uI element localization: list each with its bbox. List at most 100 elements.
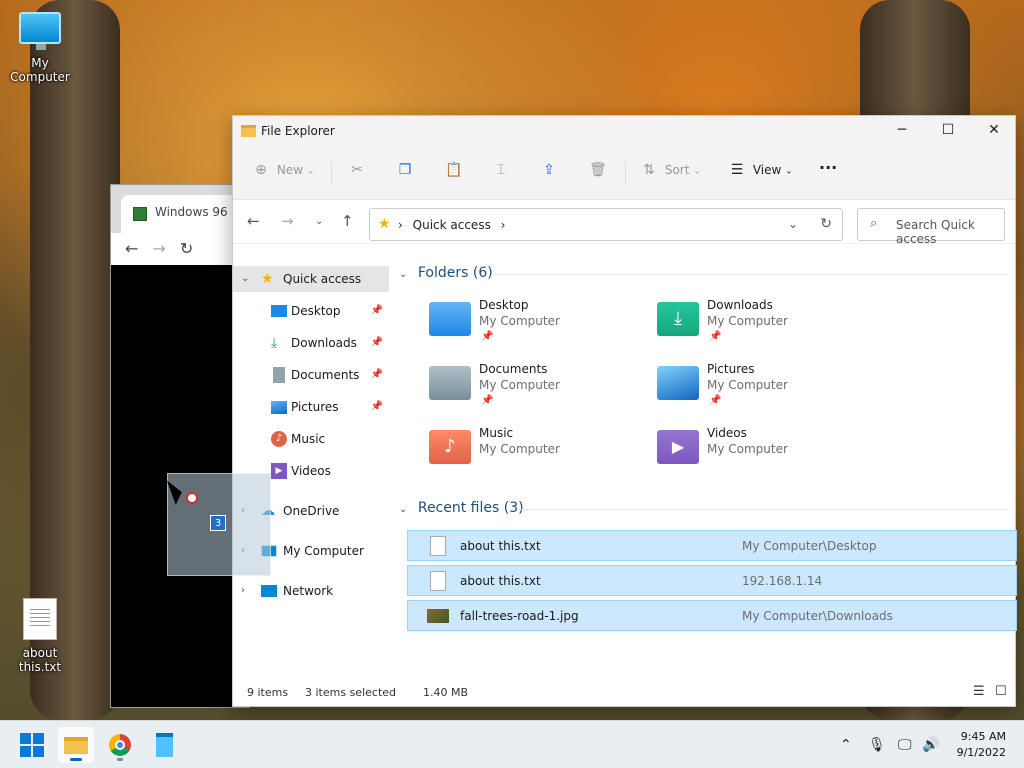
copy-icon: ❐ bbox=[398, 162, 412, 178]
up-arrow-icon[interactable]: ↑ bbox=[341, 212, 354, 230]
rename-button[interactable]: ⌶ bbox=[493, 162, 509, 178]
forward-arrow-icon[interactable]: → bbox=[281, 212, 294, 230]
desktop-icon-my-computer[interactable]: My Computer bbox=[0, 12, 80, 84]
folder-card-documents[interactable]: Documents My Computer 📌 bbox=[429, 362, 649, 418]
folder-card-downloads[interactable]: ⤓ Downloads My Computer 📌 bbox=[657, 298, 877, 354]
more-options-button[interactable]: ··· bbox=[819, 158, 837, 177]
back-arrow-icon[interactable]: ← bbox=[247, 212, 260, 230]
sidebar-item-downloads[interactable]: ⤓ Downloads 📌 bbox=[233, 330, 389, 356]
sidebar-item-network[interactable]: › Network bbox=[233, 578, 389, 604]
share-icon: ⇪ bbox=[543, 162, 555, 178]
system-clock[interactable]: 9:45 AM 9/1/2022 bbox=[957, 729, 1006, 761]
chevron-down-icon: ⌄ bbox=[785, 166, 793, 177]
copy-button[interactable]: ❐ bbox=[397, 162, 413, 178]
folder-name: Music bbox=[479, 426, 514, 440]
folder-name: Videos bbox=[707, 426, 747, 440]
back-arrow-icon[interactable]: ← bbox=[125, 239, 138, 265]
pictures-icon bbox=[271, 401, 287, 414]
videos-folder-icon: ▶ bbox=[657, 430, 699, 464]
address-bar[interactable]: ★ › Quick access › ⌄ ↻ bbox=[369, 208, 843, 241]
maximize-button[interactable]: ☐ bbox=[925, 116, 971, 146]
active-indicator bbox=[70, 758, 82, 761]
folder-name: Pictures bbox=[707, 362, 755, 376]
titlebar[interactable]: File Explorer ─ ☐ ✕ bbox=[233, 116, 1015, 146]
item-count: 9 items bbox=[247, 686, 289, 699]
share-button[interactable]: ⇪ bbox=[541, 162, 557, 178]
chevron-down-icon[interactable]: ⌄ bbox=[241, 266, 249, 292]
volume-icon[interactable]: 🔊 bbox=[922, 737, 939, 753]
chevron-down-icon[interactable]: ⌄ bbox=[788, 217, 798, 231]
divider bbox=[331, 162, 332, 184]
reload-icon[interactable]: ↻ bbox=[180, 239, 193, 265]
show-hidden-icons-chevron-icon[interactable]: ⌃ bbox=[840, 737, 852, 753]
sidebar-item-documents[interactable]: Documents 📌 bbox=[233, 362, 389, 388]
recent-file-row[interactable]: fall-trees-road-1.jpg My Computer\Downlo… bbox=[407, 600, 1017, 631]
sidebar-item-pictures[interactable]: Pictures 📌 bbox=[233, 394, 389, 420]
sort-button[interactable]: ⇅ Sort ⌄ bbox=[641, 162, 701, 178]
recent-file-row[interactable]: about this.txt My Computer\Desktop bbox=[407, 530, 1017, 561]
folder-card-pictures[interactable]: Pictures My Computer 📌 bbox=[657, 362, 877, 418]
star-icon: ★ bbox=[378, 216, 391, 232]
sidebar-item-quick-access[interactable]: ⌄ ★ Quick access bbox=[233, 266, 389, 292]
background-browser-window[interactable]: Windows 96 ← → ↻ bbox=[110, 184, 251, 708]
folder-location: My Computer bbox=[479, 378, 560, 392]
folder-icon bbox=[64, 737, 88, 754]
address-row: ← → ⌄ ↑ ★ › Quick access › ⌄ ↻ ⌕ Search … bbox=[233, 200, 1015, 246]
breadcrumb-quick-access[interactable]: Quick access bbox=[413, 218, 491, 232]
music-folder-icon: ♪ bbox=[429, 430, 471, 464]
taskbar-chrome[interactable] bbox=[102, 727, 138, 763]
selection-size: 1.40 MB bbox=[423, 686, 469, 699]
running-indicator bbox=[117, 758, 123, 761]
network-status-icon[interactable]: 🖵 bbox=[898, 737, 912, 753]
sort-icon: ⇅ bbox=[643, 162, 655, 178]
folder-card-music[interactable]: ♪ Music My Computer bbox=[429, 426, 649, 482]
view-button[interactable]: ☰ View ⌄ bbox=[729, 162, 793, 178]
recent-files-section-header[interactable]: ⌄ Recent files (3) bbox=[399, 500, 524, 516]
recent-file-row[interactable]: about this.txt 192.168.1.14 bbox=[407, 565, 1017, 596]
rename-icon: ⌶ bbox=[496, 162, 506, 178]
taskbar-file-explorer[interactable] bbox=[58, 727, 94, 763]
cut-button[interactable]: ✂ bbox=[349, 162, 365, 178]
drag-count-badge: 3 bbox=[210, 515, 226, 531]
folder-card-desktop[interactable]: Desktop My Computer 📌 bbox=[429, 298, 649, 354]
browser-navbar: ← → ↻ bbox=[111, 233, 249, 265]
recent-file-name: about this.txt bbox=[460, 539, 541, 553]
new-label: New bbox=[276, 162, 304, 177]
forward-arrow-icon[interactable]: → bbox=[152, 239, 165, 265]
sidebar-item-label: Quick access bbox=[283, 272, 362, 286]
recent-file-location: My Computer\Desktop bbox=[742, 539, 877, 553]
delete-button[interactable]: 🗑 bbox=[589, 162, 607, 178]
sidebar-item-desktop[interactable]: Desktop 📌 bbox=[233, 298, 389, 324]
close-button[interactable]: ✕ bbox=[971, 116, 1017, 146]
paste-button[interactable]: 📋 bbox=[445, 162, 463, 178]
command-bar: ⊕ New ⌄ ✂ ❐ 📋 ⌶ ⇪ 🗑 ⇅ Sort ⌄ ☰ View ⌄ ··… bbox=[233, 146, 1015, 200]
folder-location: My Computer bbox=[479, 442, 560, 456]
refresh-icon[interactable]: ↻ bbox=[820, 216, 832, 232]
taskbar-notepad[interactable] bbox=[146, 727, 182, 763]
breadcrumb[interactable]: › Quick access › bbox=[398, 218, 505, 232]
recent-header-label: Recent files (3) bbox=[417, 500, 524, 516]
recent-file-location: My Computer\Downloads bbox=[742, 609, 893, 623]
search-input[interactable]: ⌕ Search Quick access bbox=[857, 208, 1005, 246]
text-file-icon bbox=[430, 571, 446, 591]
tiles-view-icon[interactable]: ☐ bbox=[995, 684, 1007, 699]
desktop-icon-about-file[interactable]: about this.txt bbox=[0, 598, 80, 674]
recent-locations-chevron-icon[interactable]: ⌄ bbox=[315, 216, 323, 227]
folder-card-videos[interactable]: ▶ Videos My Computer bbox=[657, 426, 877, 482]
chevron-down-icon: ⌄ bbox=[306, 166, 315, 177]
search-placeholder: Search Quick access bbox=[896, 218, 975, 246]
sidebar-item-music[interactable]: ♪ Music bbox=[233, 426, 389, 452]
details-view-icon[interactable]: ☰ bbox=[973, 684, 985, 699]
chevron-right-icon[interactable]: › bbox=[241, 578, 245, 604]
minimize-button[interactable]: ─ bbox=[879, 116, 925, 146]
folder-location: My Computer bbox=[479, 314, 560, 328]
folders-section-header[interactable]: ⌄ Folders (6) bbox=[399, 265, 493, 281]
view-icon: ☰ bbox=[730, 162, 744, 178]
paste-icon: 📋 bbox=[445, 162, 463, 178]
folder-location: My Computer bbox=[707, 442, 788, 456]
microphone-icon[interactable]: 🎙 bbox=[868, 737, 886, 753]
search-icon: ⌕ bbox=[870, 216, 878, 231]
new-button[interactable]: ⊕ New ⌄ bbox=[253, 162, 314, 178]
start-button[interactable] bbox=[14, 727, 50, 763]
folder-location: My Computer bbox=[707, 378, 788, 392]
